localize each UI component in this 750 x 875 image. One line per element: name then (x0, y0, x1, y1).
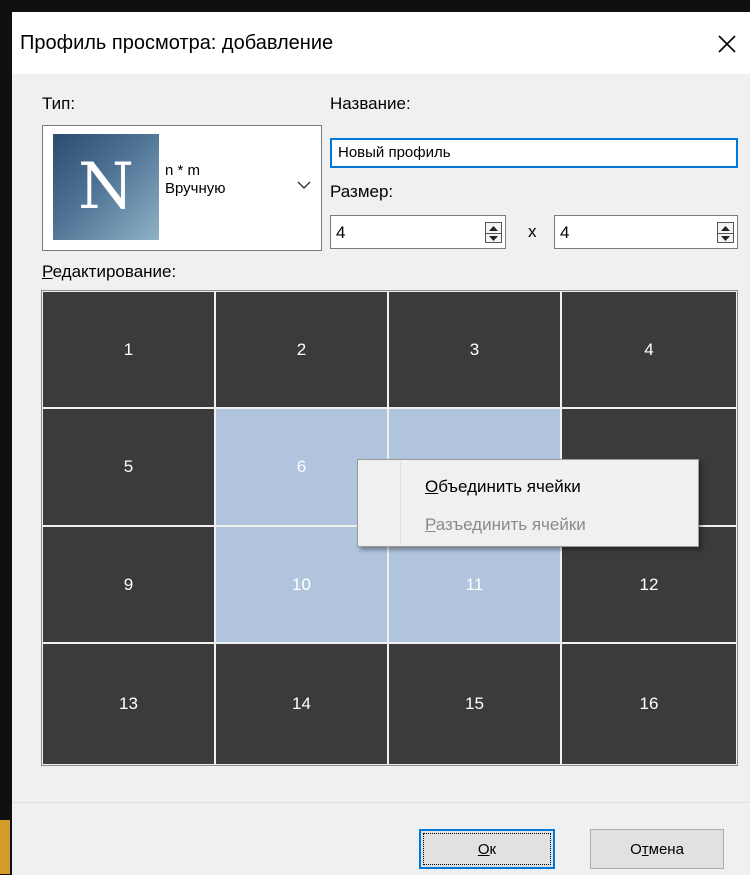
name-label: Название: (330, 94, 411, 113)
grid-cell[interactable]: 2 (216, 292, 387, 407)
rows-down-icon[interactable] (486, 233, 501, 243)
cancel-button[interactable]: Отмена (590, 829, 724, 869)
grid-cell[interactable]: 1 (43, 292, 214, 407)
close-icon (718, 35, 736, 53)
dialog-footer: Ок Отмена (12, 802, 750, 875)
dialog-title: Профиль просмотра: добавление (20, 32, 334, 54)
cols-down-icon[interactable] (718, 233, 733, 243)
grid-cell[interactable]: 4 (562, 292, 736, 407)
cols-spin-buttons[interactable] (717, 222, 734, 243)
size-label: Размер: (330, 182, 394, 201)
size-separator: x (528, 222, 537, 241)
rows-spinner[interactable]: 4 (330, 215, 506, 249)
rows-value: 4 (336, 223, 346, 242)
type-line1: n * m (165, 162, 201, 179)
context-menu-icon-column (360, 462, 401, 544)
grid-cell[interactable]: 3 (389, 292, 560, 407)
cols-value: 4 (560, 223, 570, 242)
title-bar: Профиль просмотра: добавление (12, 12, 750, 74)
close-button[interactable] (704, 20, 750, 68)
edit-label-text: едактирование: (52, 262, 177, 281)
grid-cell[interactable]: 5 (43, 409, 214, 525)
rows-spin-buttons[interactable] (485, 222, 502, 243)
cancel-label: Отмена (630, 840, 684, 858)
grid-cell[interactable]: 16 (562, 644, 736, 764)
profile-type-icon: N (53, 134, 159, 240)
name-input[interactable]: Новый профиль (330, 138, 738, 168)
grid-cell[interactable]: 9 (43, 527, 214, 642)
chevron-down-icon (297, 181, 311, 189)
ok-button[interactable]: Ок (419, 829, 555, 869)
type-line2: Вручную (165, 180, 226, 197)
edit-label-mnemonic: Р (42, 262, 53, 281)
profile-dialog: Профиль просмотра: добавление Тип: N n *… (12, 12, 750, 875)
merge-cells-item[interactable]: Объединить ячейки (425, 477, 581, 497)
edit-label: Редактирование: (42, 262, 176, 282)
backdrop-accent (0, 820, 10, 874)
grid-cell[interactable]: 15 (389, 644, 560, 764)
grid-cell[interactable]: 14 (216, 644, 387, 764)
split-cells-item[interactable]: Разъединить ячейки (425, 515, 586, 535)
type-dropdown[interactable]: N n * m Вручную (42, 125, 322, 251)
context-menu: Объединить ячейки Разъединить ячейки (357, 459, 699, 547)
grid-cell[interactable]: 13 (43, 644, 214, 764)
type-label: Тип: (42, 94, 76, 113)
ok-label: Ок (477, 840, 497, 858)
cols-spinner[interactable]: 4 (554, 215, 738, 249)
